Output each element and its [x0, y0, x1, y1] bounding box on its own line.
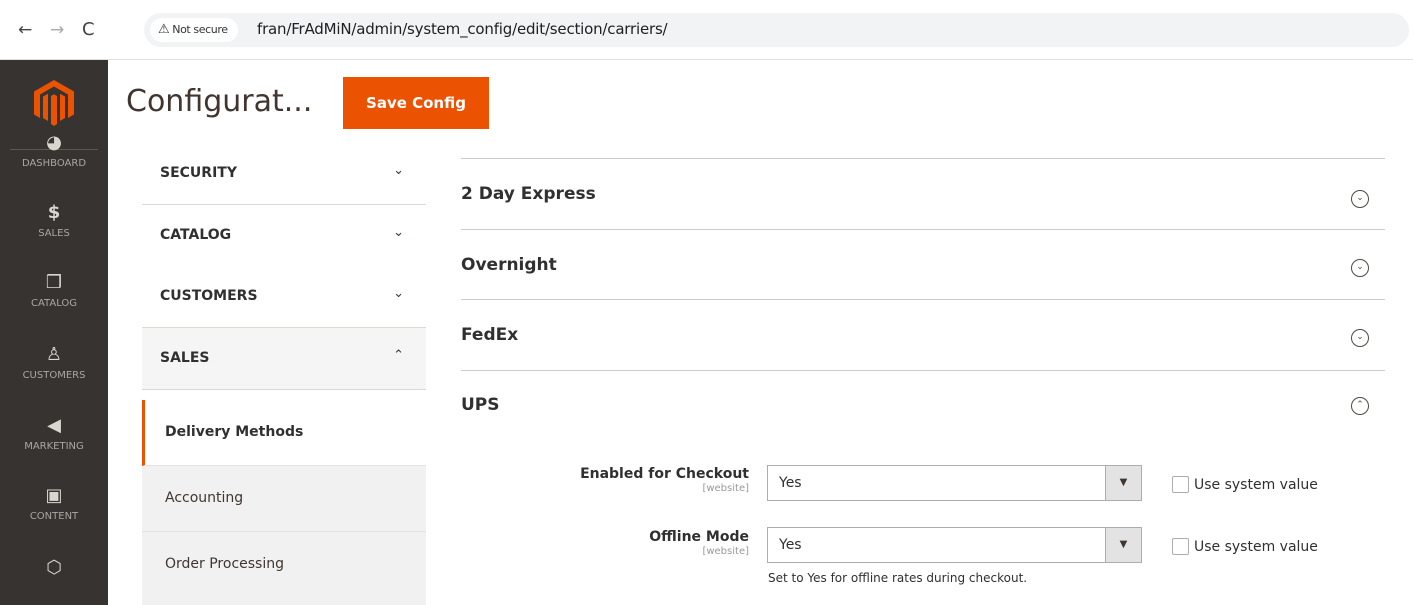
offline-mode-select[interactable]: Yes ▼ [767, 527, 1142, 563]
tab-item-delivery-methods[interactable]: Delivery Methods [142, 400, 426, 466]
group-ups[interactable]: UPS ⌃ [461, 370, 1385, 441]
address-bar[interactable]: ⚠ Not secure fran/FrAdMiN/admin/system_co… [144, 13, 1409, 47]
nav-label: CUSTOMERS [22, 370, 86, 381]
page-title: Configurat... [126, 84, 313, 119]
chevron-down-icon: ⌄ [393, 163, 404, 178]
config-tabs: SECURITY ⌄ CATALOG ⌄ CUSTOMERS ⌄ SALES ⌃… [142, 143, 426, 605]
select-value: Yes [779, 475, 802, 491]
sub-item-spacer [142, 390, 426, 400]
tab-section-label: CATALOG [160, 227, 232, 243]
dashboard-icon: ◕ [46, 132, 62, 153]
tab-section-label: SECURITY [160, 165, 237, 181]
tab-item-label: Delivery Methods [165, 424, 304, 440]
dropdown-arrow-icon[interactable]: ▼ [1105, 528, 1141, 562]
nav-item-catalog[interactable]: ❒ CATALOG [0, 272, 108, 309]
chevron-down-icon: ⌄ [393, 286, 404, 301]
select-value: Yes [779, 537, 802, 553]
use-system-value-checkbox[interactable] [1172, 538, 1189, 555]
tab-section-label: CUSTOMERS [160, 288, 258, 304]
nav-item-sales[interactable]: $ SALES [0, 202, 108, 239]
nav-label: DASHBOARD [21, 158, 87, 169]
url-text[interactable]: fran/FrAdMiN/admin/system_config/edit/se… [257, 20, 668, 38]
nav-label: CONTENT [29, 511, 79, 522]
enabled-for-checkout-select[interactable]: Yes ▼ [767, 465, 1142, 501]
admin-sidebar: ◕ DASHBOARD $ SALES ❒ CATALOG ♙ CUSTOMER… [0, 60, 108, 605]
hexagon-icon: ⬡ [46, 557, 62, 578]
nav-label: MARKETING [24, 441, 84, 452]
field-label-text: Offline Mode [649, 529, 749, 545]
person-icon: ♙ [45, 344, 63, 365]
group-2-day-express[interactable]: 2 Day Express ⌄ [461, 158, 1385, 229]
nav-item-marketing[interactable]: ◀ MARKETING [0, 415, 108, 452]
forward-arrow-icon[interactable]: → [50, 20, 64, 40]
tab-section-security[interactable]: SECURITY ⌄ [142, 143, 426, 205]
use-system-value-toggle[interactable]: Use system value [1172, 536, 1318, 555]
use-system-value-label[interactable]: Use system value [1194, 477, 1318, 493]
layout-icon: ▣ [45, 485, 63, 506]
tab-item-label: Accounting [165, 490, 244, 506]
field-note: Set to Yes for offline rates during chec… [768, 571, 1028, 585]
use-system-value-label[interactable]: Use system value [1194, 539, 1318, 555]
collapse-circle-icon[interactable]: ⌃ [1351, 397, 1369, 415]
group-fedex[interactable]: FedEx ⌄ [461, 299, 1385, 370]
field-scope-text: [website] [702, 546, 749, 557]
expand-circle-icon[interactable]: ⌄ [1351, 190, 1369, 208]
expand-circle-icon[interactable]: ⌄ [1351, 259, 1369, 277]
group-title: FedEx [461, 325, 519, 345]
dropdown-arrow-icon[interactable]: ▼ [1105, 466, 1141, 500]
tab-section-customers[interactable]: CUSTOMERS ⌄ [142, 266, 426, 328]
warning-icon: ⚠ [158, 22, 170, 37]
nav-item-dashboard[interactable]: ◕ DASHBOARD [0, 132, 108, 169]
field-label-enabled-for-checkout: Enabled for Checkout [website] [449, 466, 749, 494]
chevron-up-icon: ⌃ [393, 348, 404, 363]
reload-icon[interactable]: C [82, 20, 95, 40]
tab-section-catalog[interactable]: CATALOG ⌄ [142, 205, 426, 267]
group-title: Overnight [461, 255, 557, 275]
megaphone-icon: ◀ [47, 415, 61, 436]
nav-item-customers[interactable]: ♙ CUSTOMERS [0, 344, 108, 381]
expand-circle-icon[interactable]: ⌄ [1351, 329, 1369, 347]
magento-logo-icon[interactable] [34, 80, 74, 126]
chevron-down-icon: ⌄ [393, 225, 404, 240]
box-icon: ❒ [45, 272, 63, 293]
back-arrow-icon[interactable]: ← [18, 20, 32, 40]
field-label-offline-mode: Offline Mode [website] [449, 529, 749, 557]
group-overnight[interactable]: Overnight ⌄ [461, 229, 1385, 300]
nav-item-content[interactable]: ▣ CONTENT [0, 485, 108, 522]
use-system-value-toggle[interactable]: Use system value [1172, 474, 1318, 493]
dollar-icon: $ [47, 202, 61, 223]
group-title: 2 Day Express [461, 184, 596, 204]
group-title: UPS [461, 395, 500, 415]
tab-item-order-processing[interactable]: Order Processing [142, 532, 426, 605]
tab-section-label: SALES [160, 350, 210, 366]
field-scope-text: [website] [702, 483, 749, 494]
nav-label: SALES [38, 228, 70, 239]
security-chip[interactable]: ⚠ Not secure [150, 18, 238, 42]
field-label-text: Enabled for Checkout [580, 466, 749, 482]
tab-item-accounting[interactable]: Accounting [142, 466, 426, 532]
save-config-button[interactable]: Save Config [343, 77, 489, 129]
nav-item-stores[interactable]: ⬡ [0, 557, 108, 579]
browser-toolbar: ← → C ⚠ Not secure fran/FrAdMiN/admin/sys… [0, 0, 1413, 60]
nav-label: CATALOG [30, 298, 78, 309]
tab-section-sales[interactable]: SALES ⌃ [142, 328, 426, 390]
security-label: Not secure [172, 23, 228, 36]
use-system-value-checkbox[interactable] [1172, 476, 1189, 493]
tab-item-label: Order Processing [165, 556, 284, 572]
